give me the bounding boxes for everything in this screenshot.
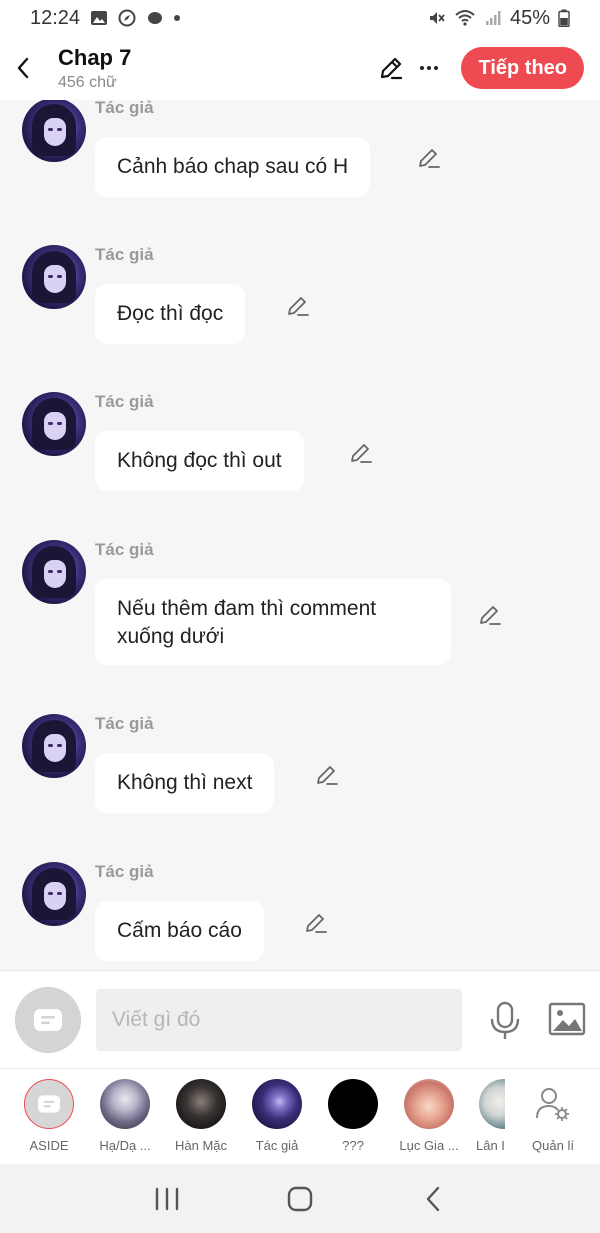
sender-name: Tác giả	[95, 245, 154, 264]
system-nav-bar	[0, 1164, 600, 1233]
character-avatar	[479, 1079, 505, 1129]
author-avatar[interactable]	[22, 392, 86, 456]
character-avatar	[176, 1079, 226, 1129]
character-avatar	[100, 1079, 150, 1129]
character-item[interactable]: Hàn Mặc	[163, 1079, 239, 1153]
message-bubble[interactable]: Nếu thêm đam thì comment xuống dưới	[95, 579, 451, 665]
message-bubble[interactable]: Cấm báo cáo	[95, 901, 264, 961]
message-bubble[interactable]: Đọc thì đọc	[95, 284, 246, 344]
character-label: Hàn Mặc	[174, 1138, 228, 1153]
next-chapter-button[interactable]: Tiếp theo	[461, 47, 584, 89]
chat-message: Tác giả Không thì next	[22, 714, 582, 814]
wifi-icon	[455, 10, 475, 26]
mute-icon	[429, 12, 445, 24]
home-button[interactable]	[270, 1174, 330, 1224]
message-bubble[interactable]: Cảnh báo chap sau có H	[95, 137, 371, 197]
sender-name: Tác giả	[95, 714, 154, 733]
edit-message-icon[interactable]	[477, 602, 503, 628]
edit-message-icon[interactable]	[416, 145, 442, 171]
character-avatar	[252, 1079, 302, 1129]
more-options-button[interactable]	[411, 48, 447, 88]
recent-apps-icon	[155, 1187, 178, 1210]
chat-message: Tác giả Cảnh báo chap sau có H	[22, 100, 582, 198]
character-avatar	[404, 1079, 454, 1129]
chat-message: Tác giả Không đọc thì out	[22, 392, 582, 492]
character-item[interactable]: ???	[315, 1079, 391, 1153]
back-icon	[427, 1186, 440, 1211]
image-icon[interactable]	[548, 1001, 586, 1037]
character-item[interactable]: Hạ/Dạ ...	[87, 1079, 163, 1153]
character-label: Lục Gia ...	[399, 1138, 459, 1153]
author-avatar[interactable]	[22, 862, 86, 926]
edit-message-icon[interactable]	[285, 293, 311, 319]
character-item[interactable]: Lân I	[467, 1079, 505, 1153]
manage-characters-button[interactable]: Quản lí	[515, 1079, 591, 1153]
sender-name: Tác giả	[95, 540, 154, 559]
character-label: ASIDE	[29, 1138, 69, 1153]
title-block: Chap 7 456 chữ	[58, 45, 131, 92]
author-avatar[interactable]	[22, 540, 86, 604]
character-label: Tác giả	[255, 1138, 299, 1153]
signal-icon	[485, 11, 501, 25]
battery-icon	[558, 9, 570, 27]
message-input[interactable]	[96, 989, 462, 1051]
battery-percent: 45%	[509, 6, 550, 29]
sender-name: Tác giả	[95, 862, 154, 881]
notification-dot-icon	[174, 15, 181, 21]
message-icon	[34, 1009, 62, 1031]
manage-icon-wrap	[528, 1079, 578, 1129]
chevron-left-icon	[17, 57, 29, 79]
status-bar: 12:24 45%	[0, 0, 600, 36]
character-item[interactable]: Tác giả	[239, 1079, 315, 1153]
aside-avatar	[24, 1079, 74, 1129]
character-strip: ASIDE Hạ/Dạ ... Hàn Mặc Tác giả ??? Lục …	[0, 1068, 600, 1164]
character-label: Lân I	[476, 1138, 505, 1153]
author-avatar[interactable]	[22, 714, 86, 778]
user-settings-icon	[536, 1088, 569, 1121]
app-header: Chap 7 456 chữ Tiếp theo	[0, 36, 600, 100]
author-avatar[interactable]	[22, 100, 86, 162]
character-label: Hạ/Dạ ...	[99, 1138, 151, 1153]
sender-name: Tác giả	[95, 100, 154, 117]
edit-message-icon[interactable]	[348, 440, 374, 466]
chat-bubble-icon	[148, 12, 163, 24]
edit-message-icon[interactable]	[314, 762, 340, 788]
status-time: 12:24	[30, 6, 81, 29]
message-bubble[interactable]: Không đọc thì out	[95, 431, 304, 491]
aside-toggle-button[interactable]	[15, 987, 81, 1053]
character-label: ???	[342, 1138, 364, 1153]
compose-bar	[0, 970, 600, 1068]
more-dots-icon	[420, 66, 439, 70]
character-label: Quản lí	[532, 1138, 574, 1153]
edit-button[interactable]	[373, 48, 409, 88]
microphone-icon[interactable]	[486, 1001, 524, 1041]
pencil-icon	[381, 57, 403, 80]
gallery-icon	[91, 11, 108, 25]
back-button[interactable]	[0, 36, 46, 100]
sender-name: Tác giả	[95, 392, 154, 411]
chat-area: Tác giả Cảnh báo chap sau có H Tác giả Đ…	[0, 100, 600, 970]
compass-icon	[118, 9, 136, 27]
author-avatar[interactable]	[22, 245, 86, 309]
home-icon	[287, 1186, 313, 1211]
character-aside[interactable]: ASIDE	[11, 1079, 87, 1153]
chat-message: Tác giả Đọc thì đọc	[22, 245, 582, 345]
message-icon	[38, 1095, 60, 1113]
character-item[interactable]: Lục Gia ...	[391, 1079, 467, 1153]
message-bubble[interactable]: Không thì next	[95, 753, 275, 813]
page-title: Chap 7	[58, 44, 132, 70]
edit-message-icon[interactable]	[303, 910, 329, 936]
chat-message: Tác giả Nếu thêm đam thì comment xuống d…	[22, 540, 582, 670]
back-nav-button[interactable]	[403, 1174, 463, 1224]
recent-apps-button[interactable]	[137, 1174, 197, 1224]
word-count: 456 chữ	[58, 73, 117, 91]
character-avatar	[328, 1079, 378, 1129]
chat-message: Tác giả Cấm báo cáo	[22, 862, 582, 970]
